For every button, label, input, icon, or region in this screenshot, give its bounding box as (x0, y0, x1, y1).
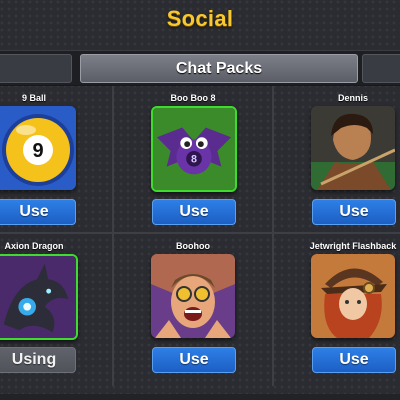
grid-divider (272, 86, 274, 386)
use-button-boohoo[interactable]: Use (152, 347, 236, 373)
svg-text:8: 8 (191, 154, 197, 166)
pack-name-boo-boo-8: Boo Boo 8 (170, 93, 216, 103)
pack-art-axion-dragon[interactable] (0, 254, 78, 340)
nine-ball-icon: 9 (0, 106, 76, 190)
boohoo-portrait-icon (151, 254, 235, 338)
dragon-icon (0, 256, 76, 338)
grid-divider (112, 86, 114, 386)
jetwright-portrait-icon (311, 254, 395, 338)
svg-text:9: 9 (32, 140, 43, 162)
use-button-boo-boo-8[interactable]: Use (152, 199, 236, 225)
use-button-dennis[interactable]: Use (312, 199, 396, 225)
using-button-axion-dragon[interactable]: Using (0, 347, 76, 373)
pack-name-dennis: Dennis (337, 93, 368, 103)
bottom-scroll-track (0, 394, 400, 400)
use-button-jetwright-flashback[interactable]: Use (312, 347, 396, 373)
page-title: Social (166, 6, 234, 31)
tab-next[interactable] (362, 54, 400, 83)
pack-art-boohoo[interactable] (151, 254, 235, 338)
tab-bar: Chat Packs (0, 50, 400, 86)
pack-art-dennis[interactable] (311, 106, 395, 190)
dennis-portrait-icon (311, 106, 395, 190)
pack-name-boohoo: Boohoo (176, 241, 210, 251)
pack-art-jetwright-flashback[interactable] (311, 254, 395, 338)
pack-name-jetwright-flashback: Jetwright Flashback (309, 241, 397, 251)
tab-previous[interactable] (0, 54, 72, 83)
pack-name-axion-dragon: Axion Dragon (4, 241, 64, 251)
use-button-9-ball[interactable]: Use (0, 199, 76, 225)
pack-art-9-ball[interactable]: 9 (0, 106, 76, 190)
grid-divider (0, 232, 400, 234)
pack-art-boo-boo-8[interactable]: 8 (151, 106, 237, 192)
bat-ball-icon: 8 (153, 108, 235, 190)
tab-chat-packs[interactable]: Chat Packs (80, 54, 358, 83)
pack-name-9-ball: 9 Ball (21, 93, 46, 103)
